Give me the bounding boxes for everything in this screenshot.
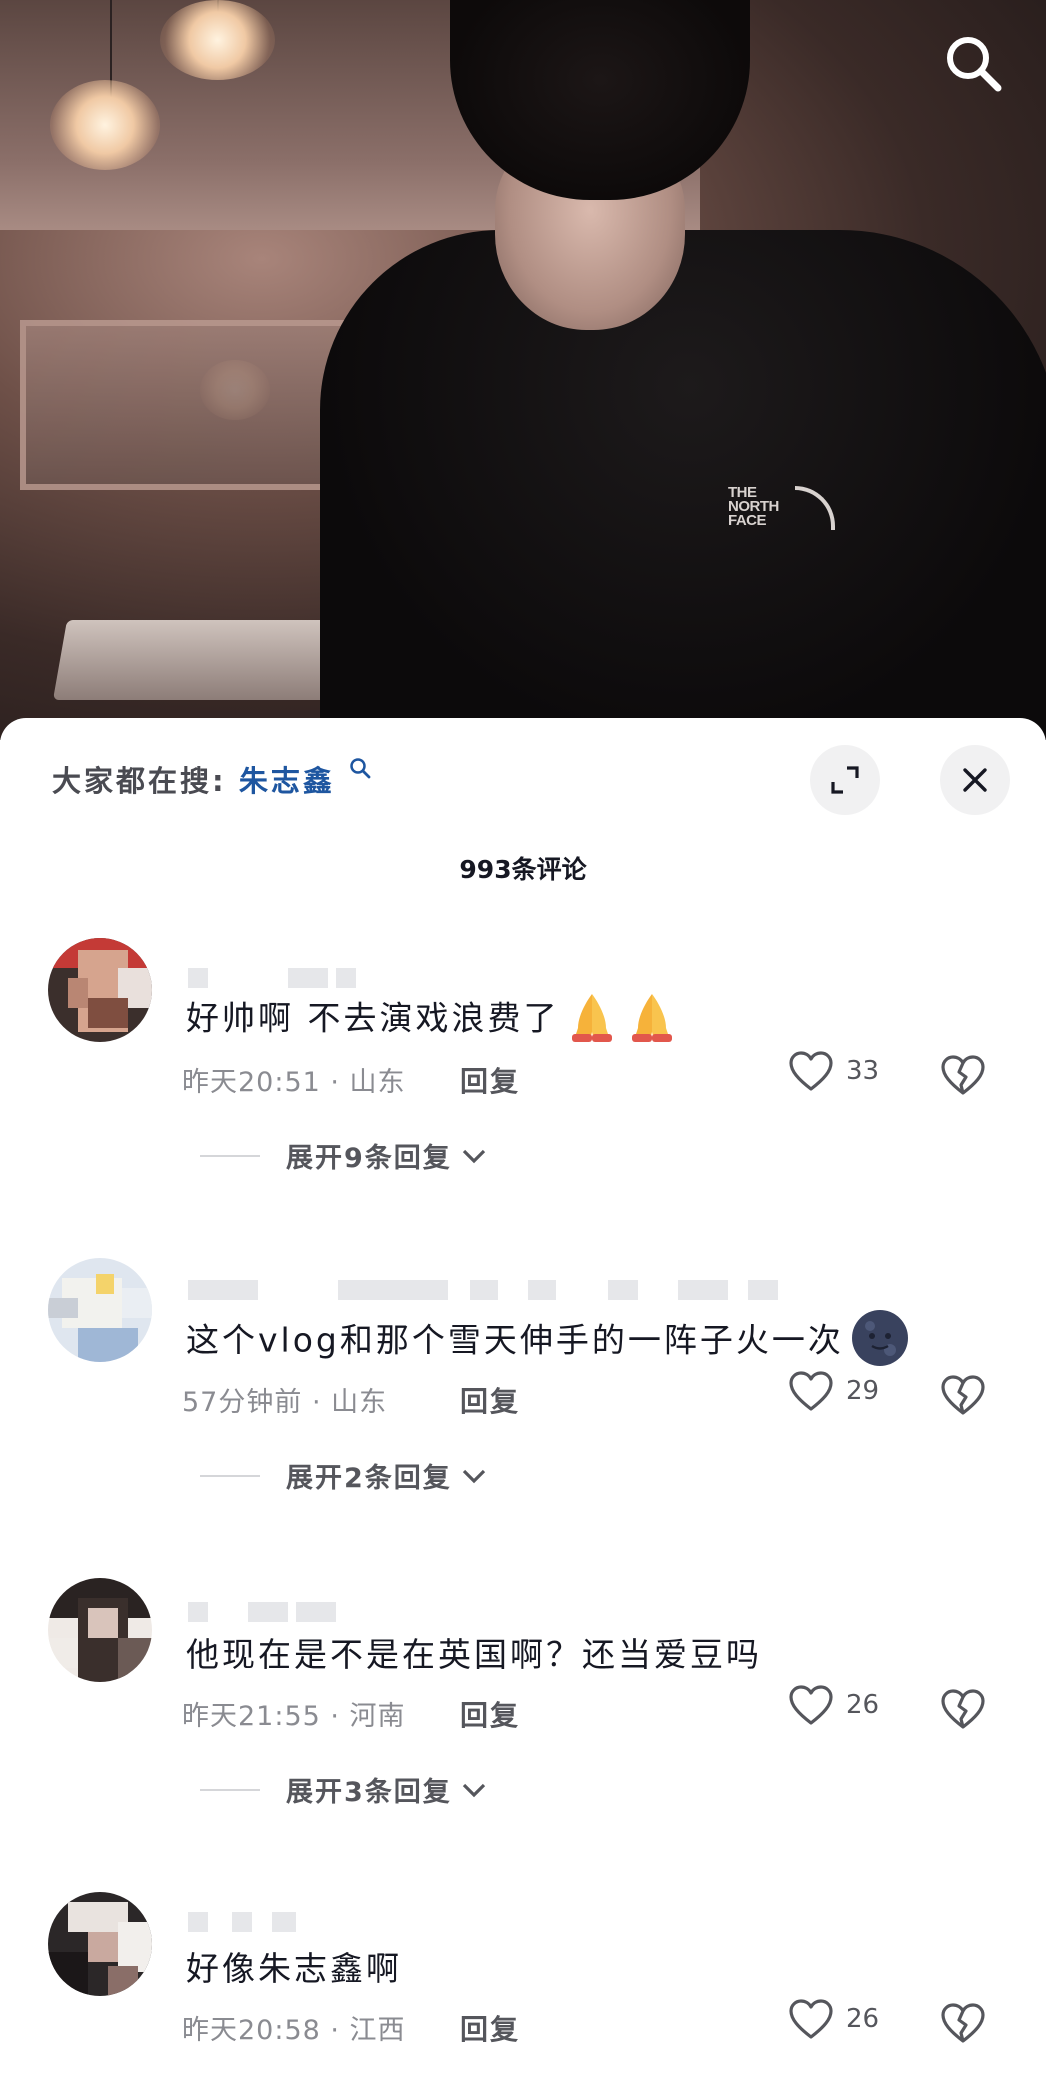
hot-search-bar: 大家都在搜: 朱志鑫 xyxy=(52,758,371,800)
avatar[interactable] xyxy=(48,938,152,1042)
heart-icon xyxy=(789,1685,833,1725)
divider-line xyxy=(200,1788,260,1791)
dislike-button[interactable] xyxy=(940,1688,986,1734)
close-icon xyxy=(963,768,987,792)
comment-text: 好帅啊 不去演戏浪费了 xyxy=(186,988,680,1052)
comment-count: 993条评论 xyxy=(459,855,587,884)
comment-text: 这个vlog和那个雪天伸手的一阵子火一次 xyxy=(186,1308,910,1376)
search-small-icon xyxy=(349,752,371,786)
comment-text: 好像朱志鑫啊 xyxy=(186,1949,402,1988)
broken-heart-icon xyxy=(941,2003,985,2043)
avatar[interactable] xyxy=(48,1258,152,1362)
reply-button[interactable]: 回复 xyxy=(460,2008,520,2048)
broken-heart-icon xyxy=(941,1689,985,1729)
pray-emoji xyxy=(624,988,680,1052)
heart-icon xyxy=(789,1371,833,1411)
like-button[interactable]: 26 xyxy=(788,1684,879,1726)
search-button[interactable] xyxy=(938,28,1010,100)
dislike-button[interactable] xyxy=(940,1054,986,1100)
divider-line xyxy=(200,1154,260,1157)
broken-heart-icon xyxy=(941,1375,985,1415)
hot-search-prefix: 大家都在搜: xyxy=(52,764,227,798)
chevron-down-icon xyxy=(462,1469,485,1483)
black-jacket xyxy=(320,230,1046,740)
dislike-button[interactable] xyxy=(940,2002,986,2048)
avatar[interactable] xyxy=(48,1892,152,1996)
divider-line xyxy=(200,1474,260,1477)
jacket-brand-logo: THE NORTH FACE xyxy=(728,484,779,529)
dislike-button[interactable] xyxy=(940,1374,986,1420)
like-count: 29 xyxy=(846,1376,880,1406)
reply-button[interactable]: 回复 xyxy=(460,1060,520,1100)
comment-text: 他现在是不是在英国啊？还当爱豆吗 xyxy=(186,1635,762,1674)
expand-replies-label: 展开2条回复 xyxy=(286,1463,452,1494)
pendant-lamp xyxy=(160,0,275,80)
comment-sheet: 大家都在搜: 朱志鑫 993条评论 好帅啊 不去演戏浪费了 昨天20:51 · … xyxy=(0,718,1046,2086)
like-count: 33 xyxy=(846,1056,880,1086)
broken-heart-icon xyxy=(941,1055,985,1095)
expand-replies[interactable]: 展开9条回复 xyxy=(200,1136,488,1175)
search-icon xyxy=(947,37,1002,92)
wall-mirror xyxy=(20,320,360,490)
comment-meta: 昨天21:55 · 河南 xyxy=(182,1701,406,1732)
comment-meta: 昨天20:51 · 山东 xyxy=(182,1067,406,1098)
expand-sheet-button[interactable] xyxy=(810,745,880,815)
expand-replies-label: 展开3条回复 xyxy=(286,1777,452,1808)
comment-meta: 57分钟前 · 山东 xyxy=(182,1387,388,1418)
like-button[interactable]: 26 xyxy=(788,1998,879,2040)
expand-replies[interactable]: 展开2条回复 xyxy=(200,1456,488,1495)
heart-icon xyxy=(789,1051,833,1091)
hot-search-keyword[interactable]: 朱志鑫 xyxy=(239,764,335,798)
comment-meta: 昨天20:58 · 江西 xyxy=(182,2015,406,2046)
pendant-lamp xyxy=(50,80,160,170)
close-sheet-button[interactable] xyxy=(940,745,1010,815)
avatar[interactable] xyxy=(48,1578,152,1682)
like-count: 26 xyxy=(846,2004,880,2034)
video-person xyxy=(320,0,1046,740)
expand-icon xyxy=(831,766,859,794)
pray-emoji xyxy=(564,988,620,1052)
expand-replies[interactable]: 展开3条回复 xyxy=(200,1770,488,1809)
video-player[interactable]: THE NORTH FACE xyxy=(0,0,1046,740)
like-button[interactable]: 33 xyxy=(788,1050,879,1092)
new-moon-face-emoji xyxy=(850,1308,910,1376)
chevron-down-icon xyxy=(462,1149,485,1163)
reply-button[interactable]: 回复 xyxy=(460,1380,520,1420)
like-button[interactable]: 29 xyxy=(788,1370,879,1412)
hair xyxy=(450,0,750,200)
expand-replies-label: 展开9条回复 xyxy=(286,1143,452,1174)
chevron-down-icon xyxy=(462,1783,485,1797)
reply-button[interactable]: 回复 xyxy=(460,1694,520,1734)
heart-icon xyxy=(789,1999,833,2039)
like-count: 26 xyxy=(846,1690,880,1720)
